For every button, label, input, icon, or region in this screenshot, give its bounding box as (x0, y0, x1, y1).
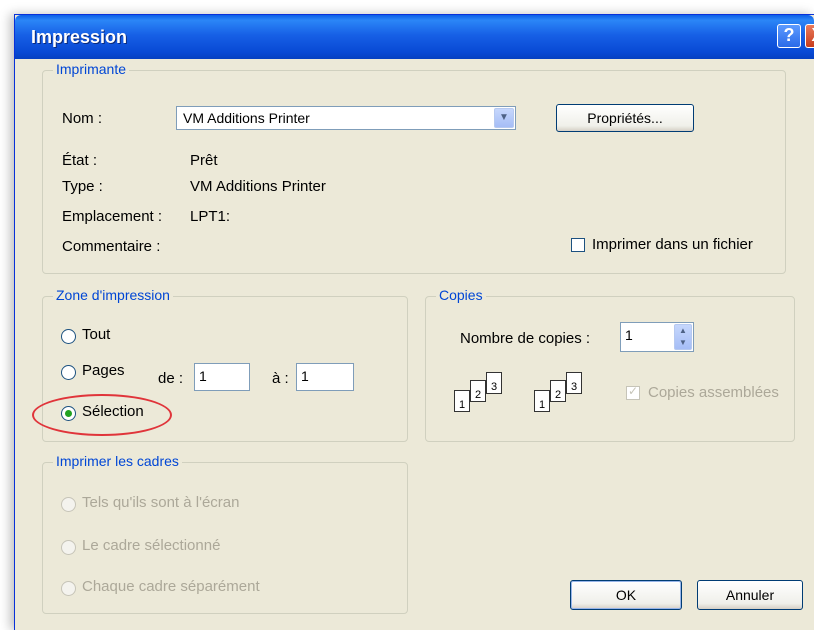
check-mark-icon: ✓ (628, 384, 639, 398)
copies-group: Copies (425, 287, 795, 442)
type-label: Type : (62, 178, 103, 195)
selection-highlight-ellipse (32, 394, 172, 436)
window-title: Impression (31, 27, 128, 47)
ok-button-label: OK (615, 587, 637, 603)
location-label: Emplacement : (62, 208, 163, 225)
properties-button-label: Propriétés... (587, 110, 663, 126)
properties-button[interactable]: Propriétés... (556, 104, 694, 132)
page-icon: 2 (470, 380, 486, 402)
page-icon: 2 (550, 380, 566, 402)
frames-each-separately-label[interactable]: Chaque cadre séparément (82, 578, 260, 595)
cancel-button[interactable]: Annuler (697, 580, 803, 610)
print-to-file-label[interactable]: Imprimer dans un fichier (592, 236, 753, 253)
page-icon: 3 (566, 372, 582, 394)
printer-name-label: Nom : (62, 110, 103, 127)
location-value: LPT1: (190, 208, 231, 225)
from-page-input[interactable]: 1 (194, 363, 250, 391)
close-button[interactable]: X (805, 24, 814, 48)
state-value: Prêt (190, 152, 218, 169)
range-pages-radio[interactable] (61, 365, 76, 380)
page-icon: 3 (486, 372, 502, 394)
collate-label[interactable]: Copies assemblées (648, 384, 779, 401)
copies-count-value: 1 (625, 327, 633, 343)
type-value: VM Additions Printer (190, 178, 326, 195)
range-all-label[interactable]: Tout (82, 326, 110, 343)
copies-count-label: Nombre de copies : (460, 330, 591, 347)
copies-count-input[interactable]: 1 ▲ ▼ (620, 322, 694, 352)
help-icon: ? (783, 25, 795, 45)
range-pages-label[interactable]: Pages (82, 362, 125, 379)
page-icon: 1 (534, 390, 550, 412)
frames-as-laid-out-radio[interactable] (61, 497, 76, 512)
page-icon: 1 (454, 390, 470, 412)
to-label: à : (272, 370, 289, 387)
print-to-file-checkbox[interactable] (571, 238, 585, 252)
printer-name-value: VM Additions Printer (183, 110, 310, 126)
frames-selected-radio[interactable] (61, 540, 76, 555)
print-frames-legend: Imprimer les cadres (53, 453, 182, 469)
from-label: de : (158, 370, 184, 387)
ok-button[interactable]: OK (570, 580, 682, 610)
title-bar[interactable]: Impression ? X (15, 15, 814, 59)
frames-selected-label[interactable]: Le cadre sélectionné (82, 537, 220, 554)
range-all-radio[interactable] (61, 329, 76, 344)
from-page-value: 1 (199, 368, 207, 384)
cancel-button-label: Annuler (725, 587, 775, 603)
copies-legend: Copies (436, 287, 486, 303)
printer-name-select[interactable]: VM Additions Printer ▼ (176, 106, 516, 130)
to-page-input[interactable]: 1 (296, 363, 354, 391)
collate-checkbox[interactable]: ✓ (626, 384, 640, 400)
copies-spinner[interactable]: ▲ ▼ (674, 324, 692, 350)
chevron-down-icon[interactable]: ▼ (494, 108, 514, 128)
to-page-value: 1 (301, 368, 309, 384)
help-button[interactable]: ? (777, 24, 801, 48)
printer-group-legend: Imprimante (53, 61, 130, 77)
state-label: État : (62, 152, 98, 169)
print-range-legend: Zone d'impression (53, 287, 173, 303)
frames-as-laid-out-label[interactable]: Tels qu'ils sont à l'écran (82, 494, 239, 511)
comment-label: Commentaire : (62, 238, 161, 255)
frames-each-separately-radio[interactable] (61, 581, 76, 596)
